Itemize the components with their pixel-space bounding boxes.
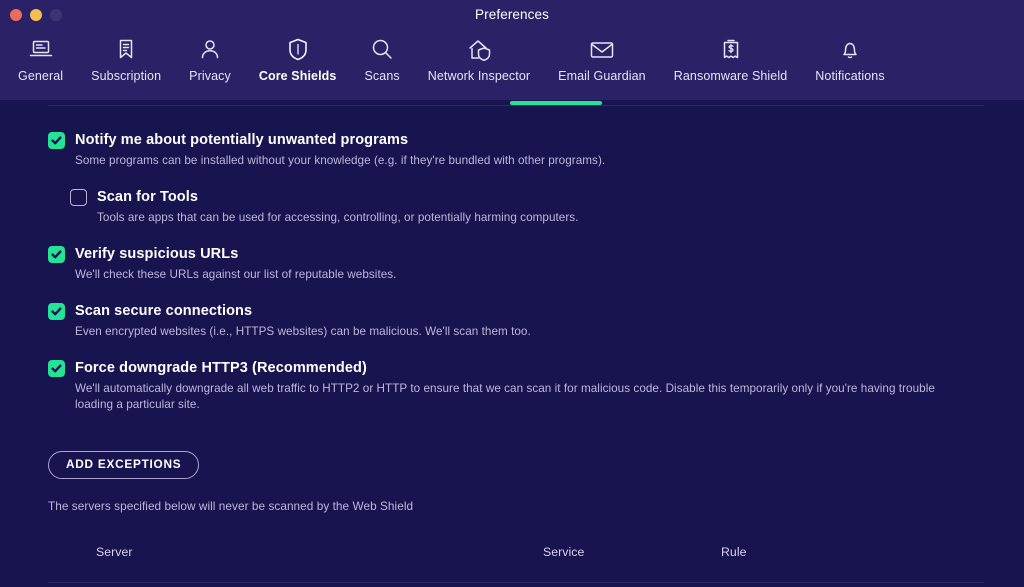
- exceptions-table: Server Service Rule: [48, 541, 984, 583]
- option-description: We'll automatically downgrade all web tr…: [75, 382, 935, 411]
- tab-scans[interactable]: Scans: [350, 30, 413, 100]
- envelope-icon: [589, 34, 615, 64]
- tab-ransomware-shield[interactable]: Ransomware Shield: [660, 30, 802, 100]
- tab-core-shields[interactable]: Core Shields: [245, 30, 351, 109]
- checkbox-scan-secure-connections[interactable]: [48, 303, 65, 320]
- option-description: Some programs can be installed without y…: [75, 154, 606, 167]
- section-indicator-strip: [0, 100, 1024, 114]
- column-header-rule[interactable]: Rule: [721, 545, 861, 559]
- checkbox-verify-suspicious-urls[interactable]: [48, 246, 65, 263]
- zoom-window-button[interactable]: [50, 9, 62, 21]
- exceptions-note: The servers specified below will never b…: [48, 499, 414, 513]
- window-controls: [10, 0, 62, 30]
- tab-network-inspector-label: Network Inspector: [427, 69, 531, 83]
- tab-scans-label: Scans: [364, 69, 400, 83]
- add-exceptions-button[interactable]: ADD EXCEPTIONS: [48, 451, 200, 479]
- table-header-divider: [48, 582, 984, 583]
- option-description: Tools are apps that can be used for acce…: [97, 211, 579, 224]
- document-dollar-icon: [721, 34, 741, 64]
- core-shields-panel: Notify me about potentially unwanted pro…: [0, 114, 1024, 587]
- tab-privacy[interactable]: Privacy: [175, 30, 245, 100]
- tab-general[interactable]: General: [4, 30, 77, 100]
- option-row: Scan secure connections: [48, 301, 984, 321]
- column-header-server[interactable]: Server: [96, 545, 543, 559]
- preferences-toolbar: General Subscription Privacy Core Shield…: [0, 30, 1024, 109]
- option-title: Force downgrade HTTP3 (Recommended): [75, 360, 367, 376]
- person-icon: [199, 34, 221, 64]
- checkbox-notify-unwanted-programs[interactable]: [48, 132, 65, 149]
- magnifier-icon: [371, 34, 393, 64]
- exceptions-section: ADD EXCEPTIONS The servers specified bel…: [48, 451, 984, 513]
- tab-core-shields-label: Core Shields: [258, 69, 337, 83]
- house-shield-icon: [466, 34, 492, 64]
- shield-icon: [288, 34, 308, 64]
- tab-subscription[interactable]: Subscription: [77, 30, 175, 100]
- option-row: Verify suspicious URLs: [48, 244, 984, 264]
- laptop-icon: [29, 34, 53, 64]
- window-title: Preferences: [475, 7, 549, 22]
- option-row: Force downgrade HTTP3 (Recommended): [48, 358, 984, 378]
- bell-icon: [840, 34, 860, 64]
- option-row: Notify me about potentially unwanted pro…: [48, 130, 984, 150]
- content-top-divider: [48, 105, 984, 106]
- minimize-window-button[interactable]: [30, 9, 42, 21]
- column-header-service[interactable]: Service: [543, 545, 721, 559]
- tab-network-inspector[interactable]: Network Inspector: [414, 30, 544, 100]
- tab-general-label: General: [18, 69, 64, 83]
- option-description: We'll check these URLs against our list …: [75, 268, 397, 281]
- option-title: Scan secure connections: [75, 303, 253, 319]
- tab-ransomware-shield-label: Ransomware Shield: [673, 69, 788, 83]
- table-header-row: Server Service Rule: [48, 541, 984, 563]
- option-title: Scan for Tools: [97, 189, 199, 205]
- checkbox-scan-for-tools[interactable]: [70, 189, 87, 206]
- tab-email-guardian-label: Email Guardian: [558, 69, 646, 83]
- tab-email-guardian[interactable]: Email Guardian: [544, 30, 660, 100]
- checkbox-force-downgrade-http3[interactable]: [48, 360, 65, 377]
- option-title: Verify suspicious URLs: [75, 246, 239, 262]
- bookmark-icon: [116, 34, 136, 64]
- tab-subscription-label: Subscription: [91, 69, 162, 83]
- option-row: Scan for Tools: [48, 187, 984, 207]
- option-description: Even encrypted websites (i.e., HTTPS web…: [75, 325, 531, 338]
- tab-notifications-label: Notifications: [815, 69, 885, 83]
- close-window-button[interactable]: [10, 9, 22, 21]
- tab-privacy-label: Privacy: [189, 69, 231, 83]
- option-title: Notify me about potentially unwanted pro…: [75, 132, 409, 148]
- title-bar: Preferences: [0, 0, 1024, 30]
- preferences-window: Preferences General Subscription Privacy…: [0, 0, 1024, 587]
- tab-notifications[interactable]: Notifications: [801, 30, 898, 100]
